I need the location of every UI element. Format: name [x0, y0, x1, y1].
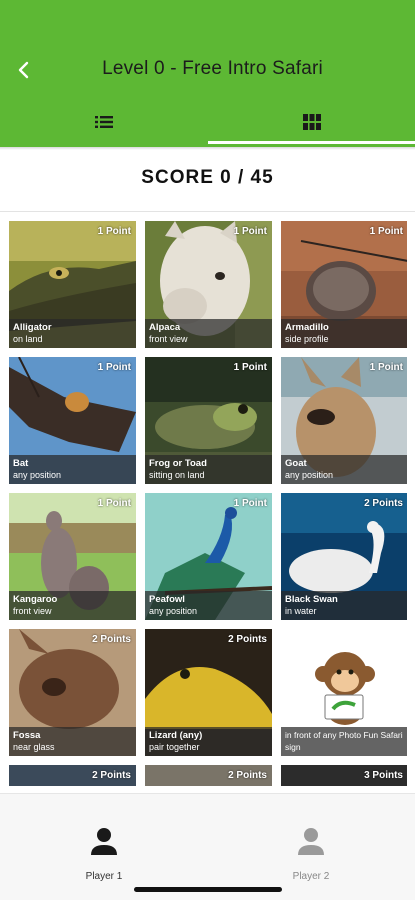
animal-description: front view	[13, 606, 52, 616]
animal-grid: 1 Point Alligator on land 1 Point Alpaca…	[9, 221, 407, 786]
tab-list-view[interactable]	[0, 99, 207, 145]
card-kangaroo[interactable]: 1 Point Kangaroo front view	[9, 493, 136, 620]
points-badge: 1 Point	[369, 362, 403, 373]
animal-name: Lizard (any)	[149, 730, 203, 741]
card-black-swan[interactable]: 2 Points Black Swan in water	[281, 493, 407, 620]
card-goat[interactable]: 1 Point Goat any position	[281, 357, 407, 484]
card-caption: Alligator on land	[9, 319, 136, 348]
animal-name: Alpaca	[149, 322, 181, 333]
points-badge: 1 Point	[97, 498, 131, 509]
card-alpaca[interactable]: 1 Point Alpaca front view	[145, 221, 272, 348]
card-caption: Alpaca front view	[145, 319, 272, 348]
card-bat[interactable]: 1 Point Bat any position	[9, 357, 136, 484]
points-badge: 3 Points	[364, 770, 403, 781]
card-peafowl[interactable]: 1 Point Peafowl any position	[145, 493, 272, 620]
card-caption: Peafowl any position	[145, 591, 272, 620]
tab-indicator	[208, 141, 415, 144]
points-badge: 1 Point	[97, 226, 131, 237]
card-frog[interactable]: 1 Point Frog or Toad sitting on land	[145, 357, 272, 484]
grid-icon	[302, 114, 321, 130]
tab-grid-view[interactable]	[208, 99, 415, 145]
animal-name: Peafowl	[149, 594, 185, 605]
animal-description: any position	[13, 470, 62, 480]
animal-description: front view	[149, 334, 188, 344]
animal-description: in water	[285, 606, 317, 616]
player-2-label: Player 2	[292, 871, 330, 882]
view-tabs	[0, 99, 415, 145]
animal-name: Kangaroo	[13, 594, 58, 605]
animal-description: on land	[13, 334, 43, 344]
animal-name: Goat	[285, 458, 307, 469]
page-title: Level 0 - Free Intro Safari	[102, 58, 323, 79]
points-badge: 2 Points	[228, 770, 267, 781]
animal-name: Bat	[13, 458, 29, 469]
divider	[0, 211, 415, 212]
animal-name: Frog or Toad	[149, 458, 207, 469]
animal-name: Alligator	[13, 322, 52, 333]
card-caption: Fossa near glass	[9, 727, 136, 756]
card-caption: in front of any Photo Fun Safari sign	[281, 727, 407, 756]
card-partial-1[interactable]: 2 Points	[9, 765, 136, 786]
card-caption: Lizard (any) pair together	[145, 727, 272, 756]
animal-name: Black Swan	[285, 594, 338, 605]
card-armadillo[interactable]: 1 Point Armadillo side profile	[281, 221, 407, 348]
player-1-label: Player 1	[85, 871, 123, 882]
card-caption: Armadillo side profile	[281, 319, 407, 348]
card-partial-2[interactable]: 2 Points	[145, 765, 272, 786]
points-badge: 2 Points	[228, 634, 267, 645]
card-lizard[interactable]: 2 Points Lizard (any) pair together	[145, 629, 272, 756]
card-caption: Frog or Toad sitting on land	[145, 455, 272, 484]
animal-name: Armadillo	[285, 322, 329, 333]
animal-description: pair together	[149, 742, 200, 752]
player-1-tab[interactable]: Player 1	[64, 826, 144, 882]
bottom-navigation: Player 1 Player 2	[0, 793, 415, 900]
points-badge: 1 Point	[233, 498, 267, 509]
points-badge: 1 Point	[97, 362, 131, 373]
points-badge: 1 Point	[233, 226, 267, 237]
card-safari-sign[interactable]: in front of any Photo Fun Safari sign	[281, 629, 407, 756]
card-caption: Goat any position	[281, 455, 407, 484]
home-indicator	[134, 887, 282, 892]
list-icon	[94, 116, 113, 128]
animal-description: side profile	[285, 334, 329, 344]
card-partial-3[interactable]: 3 Points	[281, 765, 407, 786]
person-icon	[91, 828, 117, 855]
card-alligator[interactable]: 1 Point Alligator on land	[9, 221, 136, 348]
animal-description: near glass	[13, 742, 55, 752]
person-icon	[298, 828, 324, 855]
points-badge: 2 Points	[92, 770, 131, 781]
card-caption: Black Swan in water	[281, 591, 407, 620]
appbar-shadow	[0, 147, 415, 150]
points-badge: 2 Points	[92, 634, 131, 645]
points-badge: 1 Point	[233, 362, 267, 373]
animal-name: Fossa	[13, 730, 41, 741]
card-caption: Bat any position	[9, 455, 136, 484]
animal-description: sitting on land	[149, 470, 205, 480]
animal-description: any position	[285, 470, 334, 480]
points-badge: 1 Point	[369, 226, 403, 237]
score-label: SCORE 0 / 45	[141, 167, 274, 188]
card-caption: Kangaroo front view	[9, 591, 136, 620]
card-fossa[interactable]: 2 Points Fossa near glass	[9, 629, 136, 756]
animal-description: any position	[149, 606, 198, 616]
points-badge: 2 Points	[364, 498, 403, 509]
player-2-tab[interactable]: Player 2	[271, 826, 351, 882]
